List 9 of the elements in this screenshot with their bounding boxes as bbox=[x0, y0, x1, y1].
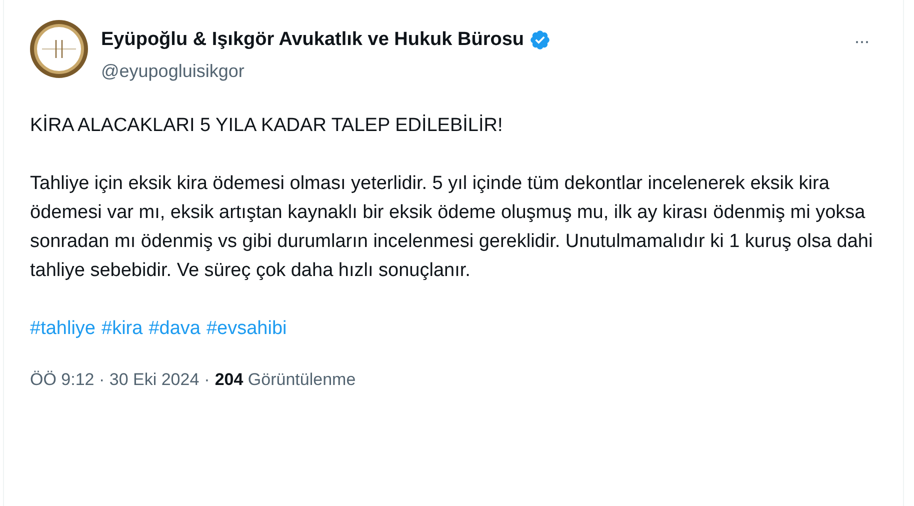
separator-dot: · bbox=[204, 368, 210, 390]
more-options-button[interactable]: ··· bbox=[854, 32, 869, 50]
tweet-timestamp[interactable]: ÖÖ 9:12 · 30 Eki 2024 bbox=[30, 366, 200, 392]
author-name[interactable]: Eyüpoğlu & Işıkgör Avukatlık ve Hukuk Bürosu bbox=[101, 26, 524, 54]
avatar-logo[interactable] bbox=[30, 20, 88, 78]
tweet-headline: KİRA ALACAKLARI 5 YILA KADAR TALEP EDİLEBİLİR! bbox=[30, 114, 504, 138]
view-count: 204 Görüntülenme bbox=[214, 368, 356, 390]
tweet-paragraph: Tahliye için eksik kira ödemesi olması yeterlidir. 5 yıl içinde tüm dekontlar incelenerek eksik kira ödemesi var mı, eksik artıştan kaynaklı bir eksik ödeme oluşmuş mu, ilk ay kirası ödenmiş mi yoksa sonradan mı ödenmiş vs gibi durumların incelenmesi gereklidir. Unutulmamalıdır ki 1 kuruş olsa dahi tahliye sebebidir. Ve süreç çok daha hızlı sonuçlanır. bbox=[30, 172, 874, 282]
author-handle[interactable]: @eyupogluisikgor bbox=[101, 58, 552, 84]
